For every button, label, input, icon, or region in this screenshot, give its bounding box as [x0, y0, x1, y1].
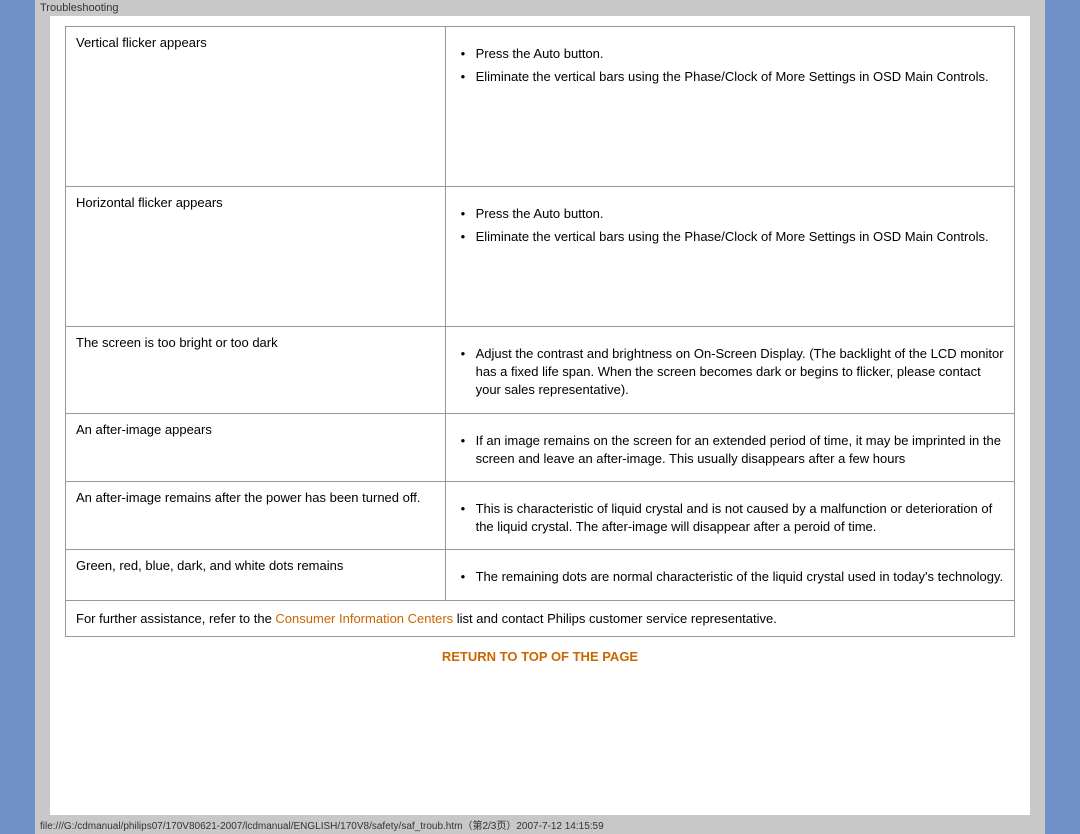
footer-text-after: list and contact Philips customer servic… — [453, 611, 777, 626]
problem-text: An after-image appears — [76, 422, 212, 437]
solution-list: If an image remains on the screen for an… — [456, 432, 1004, 468]
problem-cell: Horizontal flicker appears — [66, 187, 446, 327]
center-area: Troubleshooting Vertical flicker appears — [35, 0, 1045, 834]
solution-cell: If an image remains on the screen for an… — [445, 413, 1014, 481]
return-link-container: RETURN TO TOP OF THE PAGE — [65, 637, 1015, 676]
list-item: The remaining dots are normal characteri… — [461, 568, 1004, 586]
problem-text: Horizontal flicker appears — [76, 195, 223, 210]
table-row: The screen is too bright or too dark Adj… — [66, 327, 1015, 414]
solution-list: Press the Auto button. Eliminate the ver… — [456, 45, 1004, 86]
problem-cell: An after-image appears — [66, 413, 446, 481]
url-bar: file:///G:/cdmanual/philips07/170V80621-… — [40, 821, 604, 832]
problem-text: Vertical flicker appears — [76, 35, 207, 50]
top-bar: Troubleshooting — [35, 0, 1045, 16]
footer-text-before: For further assistance, refer to the — [76, 611, 275, 626]
problem-cell: An after-image remains after the power h… — [66, 481, 446, 549]
bottom-bar: file:///G:/cdmanual/philips07/170V80621-… — [35, 815, 1045, 834]
troubleshoot-table: Vertical flicker appears Press the Auto … — [65, 26, 1015, 601]
solution-cell: Adjust the contrast and brightness on On… — [445, 327, 1014, 414]
breadcrumb: Troubleshooting — [40, 2, 118, 14]
table-row: Green, red, blue, dark, and white dots r… — [66, 550, 1015, 600]
problem-text: The screen is too bright or too dark — [76, 335, 278, 350]
solution-cell: This is characteristic of liquid crystal… — [445, 481, 1014, 549]
list-item: Press the Auto button. — [461, 205, 1004, 223]
return-to-top-link[interactable]: RETURN TO TOP OF THE PAGE — [442, 649, 638, 664]
problem-text: An after-image remains after the power h… — [76, 490, 420, 505]
table-row: Vertical flicker appears Press the Auto … — [66, 27, 1015, 187]
table-row: Horizontal flicker appears Press the Aut… — [66, 187, 1015, 327]
solution-cell: Press the Auto button. Eliminate the ver… — [445, 27, 1014, 187]
solution-list: Adjust the contrast and brightness on On… — [456, 345, 1004, 400]
problem-cell: Vertical flicker appears — [66, 27, 446, 187]
content-area: Vertical flicker appears Press the Auto … — [50, 16, 1030, 815]
white-content: Vertical flicker appears Press the Auto … — [50, 16, 1030, 815]
list-item: Adjust the contrast and brightness on On… — [461, 345, 1004, 400]
list-item: Eliminate the vertical bars using the Ph… — [461, 68, 1004, 86]
right-sidebar — [1045, 0, 1080, 834]
problem-cell: The screen is too bright or too dark — [66, 327, 446, 414]
problem-cell: Green, red, blue, dark, and white dots r… — [66, 550, 446, 600]
table-row: An after-image remains after the power h… — [66, 481, 1015, 549]
solution-list: This is characteristic of liquid crystal… — [456, 500, 1004, 536]
consumer-info-link[interactable]: Consumer Information Centers — [275, 611, 453, 626]
list-item: If an image remains on the screen for an… — [461, 432, 1004, 468]
list-item: Eliminate the vertical bars using the Ph… — [461, 228, 1004, 246]
table-row: An after-image appears If an image remai… — [66, 413, 1015, 481]
solution-cell: Press the Auto button. Eliminate the ver… — [445, 187, 1014, 327]
left-sidebar — [0, 0, 35, 834]
list-item: This is characteristic of liquid crystal… — [461, 500, 1004, 536]
page-wrapper: Troubleshooting Vertical flicker appears — [0, 0, 1080, 834]
solution-cell: The remaining dots are normal characteri… — [445, 550, 1014, 600]
solution-list: The remaining dots are normal characteri… — [456, 568, 1004, 586]
list-item: Press the Auto button. — [461, 45, 1004, 63]
problem-text: Green, red, blue, dark, and white dots r… — [76, 558, 343, 573]
footer-note: For further assistance, refer to the Con… — [65, 601, 1015, 638]
solution-list: Press the Auto button. Eliminate the ver… — [456, 205, 1004, 246]
